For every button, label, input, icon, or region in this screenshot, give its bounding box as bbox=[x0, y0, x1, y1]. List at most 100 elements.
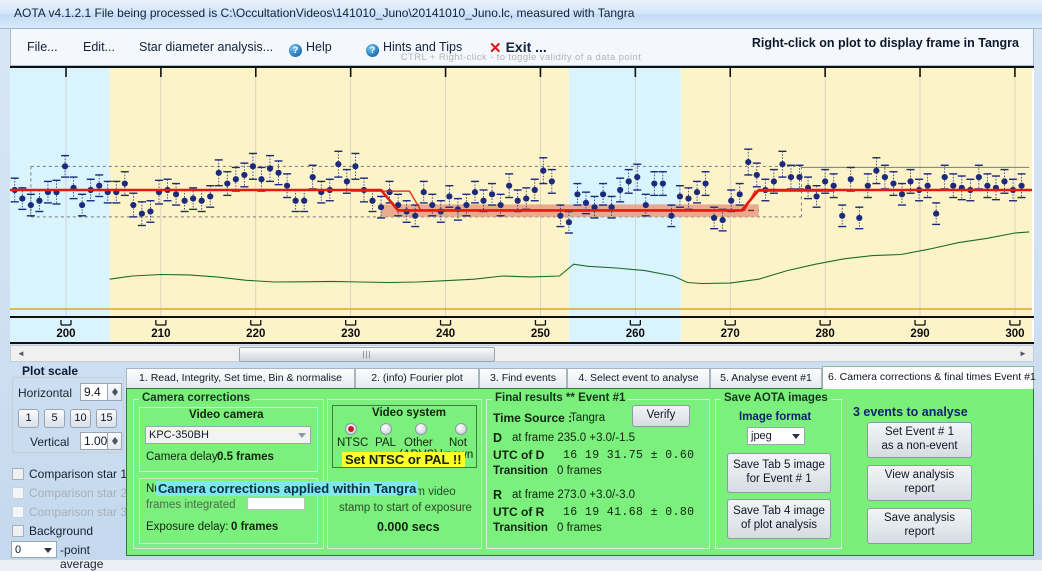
scroll-right-arrow[interactable]: ► bbox=[1015, 346, 1031, 361]
camera-corrections-applied-text: Camera corrections applied within Tangra bbox=[156, 481, 419, 496]
checkbox-label: Comparison star 2 bbox=[29, 486, 128, 500]
radio-other-advs[interactable] bbox=[415, 423, 427, 435]
frames-integrated-input[interactable] bbox=[247, 497, 305, 510]
plot-horizontal-scrollbar[interactable]: ◄ ||| ► bbox=[10, 345, 1034, 362]
chevron-down-icon bbox=[298, 433, 306, 438]
point-average-label: -point average bbox=[60, 543, 104, 571]
camera-corrections-legend: Camera corrections bbox=[139, 392, 254, 404]
tab-read-integrity[interactable]: 1. Read, Integrity, Set time, Bin & norm… bbox=[126, 368, 355, 389]
d-transition-value: 0 frames bbox=[557, 465, 602, 477]
video-camera-select[interactable]: KPC-350BH bbox=[145, 426, 311, 444]
r-utc-value: 16 19 41.68 ± 0.80 bbox=[563, 506, 695, 519]
svg-text:290: 290 bbox=[910, 328, 929, 340]
save-tab4-image-button[interactable]: Save Tab 4 image of plot analysis bbox=[727, 499, 831, 539]
camera-corrections-tab-panel: Camera corrections Video camera KPC-350B… bbox=[126, 388, 1034, 556]
checkbox-comparison-star-1[interactable]: Comparison star 1 bbox=[12, 466, 127, 482]
events-to-analyse-heading: 3 events to analyse bbox=[853, 405, 968, 419]
view-report-line1: View analysis bbox=[884, 469, 955, 482]
right-click-hint: Right-click on plot to display frame in … bbox=[751, 36, 1019, 50]
final-results-legend: Final results ** Event #1 bbox=[492, 392, 629, 404]
save-report-line1: Save analysis bbox=[884, 512, 955, 525]
light-curve-plot[interactable] bbox=[10, 66, 1034, 318]
exposure-delay-label: Exposure delay: bbox=[146, 521, 229, 533]
time-source-label: Time Source : bbox=[493, 411, 573, 425]
light-curve-svg bbox=[10, 68, 1032, 316]
zoom-preset-1[interactable]: 1 bbox=[18, 409, 39, 428]
checkbox-background[interactable]: Background bbox=[12, 523, 93, 539]
svg-text:250: 250 bbox=[531, 328, 550, 340]
svg-text:270: 270 bbox=[721, 328, 740, 340]
radio-other-label: Other bbox=[404, 437, 433, 449]
svg-text:200: 200 bbox=[56, 328, 75, 340]
image-format-select[interactable]: jpeg bbox=[747, 427, 805, 445]
save-tab5-line2: for Event # 1 bbox=[746, 473, 812, 485]
horizontal-label: Horizontal bbox=[18, 386, 73, 400]
svg-text:210: 210 bbox=[151, 328, 170, 340]
radio-not-known-label: Not bbox=[449, 437, 467, 449]
vertical-scale-input[interactable]: 1.00 bbox=[80, 432, 108, 450]
radio-pal[interactable] bbox=[380, 423, 392, 435]
radio-not-known[interactable] bbox=[455, 423, 467, 435]
video-system-warning: Set NTSC or PAL !! bbox=[342, 452, 465, 467]
set-non-event-line1: Set Event # 1 bbox=[884, 426, 955, 439]
chevron-down-icon bbox=[792, 434, 800, 439]
radio-ntsc[interactable] bbox=[345, 423, 357, 435]
d-label: D bbox=[493, 431, 503, 445]
zoom-preset-15[interactable]: 15 bbox=[96, 409, 117, 428]
plot-scale-title: Plot scale bbox=[22, 364, 79, 378]
point-average-value: 0 bbox=[15, 544, 22, 556]
verify-button[interactable]: Verify bbox=[632, 405, 690, 427]
checkbox-label: Comparison star 3 bbox=[29, 505, 128, 519]
video-camera-title: Video camera bbox=[189, 409, 264, 421]
image-format-label: Image format bbox=[739, 411, 812, 423]
set-non-event-line2: as a non-event bbox=[881, 440, 958, 452]
horizontal-scale-input[interactable]: 9.4 bbox=[80, 383, 108, 401]
save-images-legend: Save AOTA images bbox=[721, 392, 831, 404]
d-transition-label: Transition bbox=[493, 465, 548, 477]
r-transition-label: Transition bbox=[493, 522, 548, 534]
d-frame-text: at frame 235.0 +3.0/-1.5 bbox=[512, 432, 636, 444]
camera-overlay-secs: 0.000 secs bbox=[377, 520, 440, 534]
zoom-preset-10[interactable]: 10 bbox=[70, 409, 91, 428]
svg-text:300: 300 bbox=[1005, 328, 1024, 340]
tab-bar: 1. Read, Integrity, Set time, Bin & norm… bbox=[126, 366, 1036, 389]
frames-integrated-label: frames integrated bbox=[146, 499, 236, 511]
vertical-label: Vertical bbox=[30, 435, 70, 449]
exposure-delay-value: 0 frames bbox=[231, 521, 279, 533]
save-analysis-report-button[interactable]: Save analysis report bbox=[867, 508, 972, 544]
tab-camera-corrections[interactable]: 6. Camera corrections & final times Even… bbox=[822, 366, 1036, 389]
video-system-title: Video system bbox=[372, 407, 446, 419]
camera-delay-label: Camera delay: bbox=[146, 451, 221, 463]
checkbox-box bbox=[12, 525, 24, 537]
view-analysis-report-button[interactable]: View analysis report bbox=[867, 465, 972, 501]
tab-fourier-plot[interactable]: 2. (info) Fourier plot bbox=[355, 368, 479, 389]
plot-x-axis: 200 210 220 230 240 250 260 270 280 290 300 bbox=[10, 318, 1034, 344]
tab-find-events[interactable]: 3. Find events bbox=[479, 368, 567, 389]
svg-text:280: 280 bbox=[816, 328, 835, 340]
save-tab5-image-button[interactable]: Save Tab 5 image for Event # 1 bbox=[727, 453, 831, 493]
svg-text:260: 260 bbox=[626, 328, 645, 340]
horizontal-scale-stepper[interactable] bbox=[108, 383, 122, 401]
save-tab4-line2: of plot analysis bbox=[740, 519, 818, 531]
point-average-select[interactable]: 0 bbox=[11, 541, 57, 558]
set-non-event-button[interactable]: Set Event # 1 as a non-event bbox=[867, 422, 972, 458]
checkbox-comparison-star-2: Comparison star 2 bbox=[12, 485, 127, 501]
camera-overlay-tail-2: stamp to start of exposure bbox=[339, 502, 472, 514]
checkbox-box bbox=[12, 487, 24, 499]
camera-delay-value: 0.5 frames bbox=[217, 451, 274, 463]
scrollbar-thumb[interactable]: ||| bbox=[239, 347, 495, 362]
vertical-scale-stepper[interactable] bbox=[108, 432, 122, 450]
zoom-preset-5[interactable]: 5 bbox=[44, 409, 65, 428]
time-source-value: Tangra bbox=[570, 412, 606, 424]
d-utc-label: UTC of D bbox=[493, 448, 545, 462]
checkbox-label: Comparison star 1 bbox=[29, 467, 128, 481]
window-title: AOTA v4.1.2.1 File being processed is C:… bbox=[14, 6, 635, 20]
tab-select-event[interactable]: 4. Select event to analyse bbox=[567, 368, 710, 389]
scroll-left-arrow[interactable]: ◄ bbox=[13, 346, 29, 361]
tab-analyse-event[interactable]: 5. Analyse event #1 bbox=[710, 368, 822, 389]
svg-text:240: 240 bbox=[436, 328, 455, 340]
radio-ntsc-label: NTSC bbox=[337, 437, 369, 449]
svg-text:220: 220 bbox=[246, 328, 265, 340]
svg-text:230: 230 bbox=[341, 328, 360, 340]
checkbox-label: Background bbox=[29, 524, 94, 538]
